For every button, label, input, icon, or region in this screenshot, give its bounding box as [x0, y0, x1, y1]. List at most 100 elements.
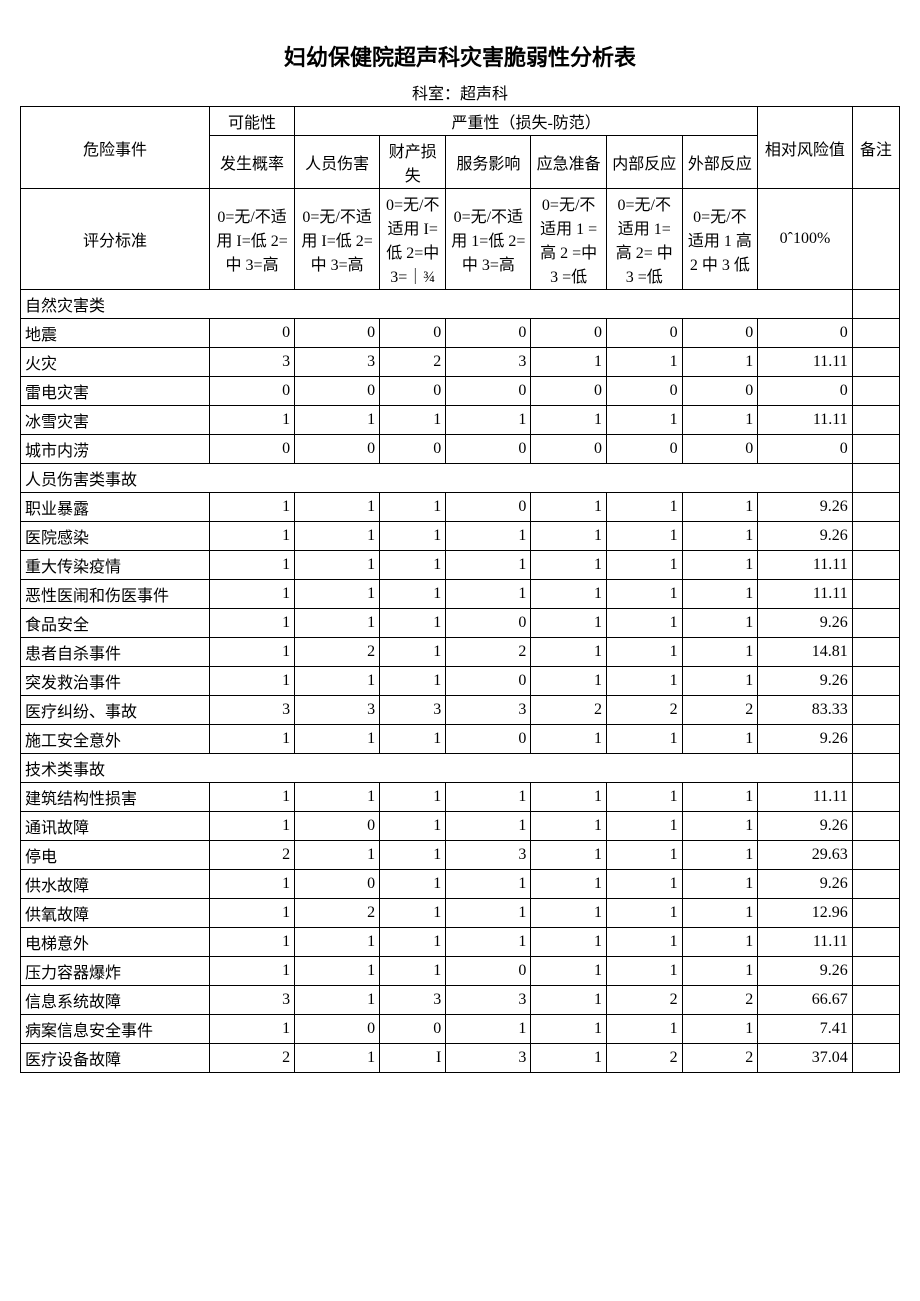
- cell-remark: [852, 522, 899, 551]
- cell-value: 0: [446, 377, 531, 406]
- cell-value: 1: [210, 638, 295, 667]
- cell-value: 1: [531, 957, 607, 986]
- row-name: 供氧故障: [21, 899, 210, 928]
- criteria-emergency: 0=无/不适用 1 =高 2 =中 3 =低: [531, 189, 607, 290]
- cell-value: 1: [682, 667, 758, 696]
- cell-value: 3: [446, 841, 531, 870]
- cell-value: 1: [210, 609, 295, 638]
- cell-value: 1: [380, 783, 446, 812]
- cell-value: 0: [446, 667, 531, 696]
- cell-value: 1: [531, 870, 607, 899]
- cell-value: 1: [380, 406, 446, 435]
- cell-value: 3: [210, 348, 295, 377]
- row-name: 地震: [21, 319, 210, 348]
- col-injury: 人员伤害: [295, 136, 380, 189]
- cell-value: 1: [380, 551, 446, 580]
- cell-value: 1: [295, 1044, 380, 1073]
- cell-value: 1: [446, 522, 531, 551]
- cell-value: 1: [606, 348, 682, 377]
- cell-value: 2: [682, 986, 758, 1015]
- cell-value: 11.11: [758, 580, 853, 609]
- col-property: 财产损失: [380, 136, 446, 189]
- cell-value: 0: [758, 319, 853, 348]
- cell-value: 37.04: [758, 1044, 853, 1073]
- cell-value: 1: [682, 638, 758, 667]
- cell-value: 1: [295, 580, 380, 609]
- criteria-injury: 0=无/不适用 I=低 2=中 3=高: [295, 189, 380, 290]
- cell-remark: [852, 812, 899, 841]
- cell-value: 1: [606, 493, 682, 522]
- cell-value: 1: [606, 580, 682, 609]
- row-name: 职业暴露: [21, 493, 210, 522]
- cell-value: 1: [606, 551, 682, 580]
- cell-value: 1: [295, 493, 380, 522]
- cell-value: 1: [531, 609, 607, 638]
- analysis-table: 危险事件 可能性 严重性（损失-防范） 相对风险值 备注 发生概率 人员伤害 财…: [20, 106, 900, 1073]
- cell-remark: [852, 377, 899, 406]
- cell-value: 1: [682, 812, 758, 841]
- col-internal: 内部反应: [606, 136, 682, 189]
- cell-value: 2: [606, 986, 682, 1015]
- cell-remark: [852, 783, 899, 812]
- cell-value: 9.26: [758, 493, 853, 522]
- cell-value: 1: [531, 841, 607, 870]
- cell-value: 1: [606, 638, 682, 667]
- cell-value: 0: [210, 377, 295, 406]
- cell-value: 9.26: [758, 870, 853, 899]
- row-name: 恶性医闹和伤医事件: [21, 580, 210, 609]
- cell-value: 1: [531, 348, 607, 377]
- cell-value: 1: [682, 1015, 758, 1044]
- cell-value: 1: [380, 725, 446, 754]
- cell-value: 1: [210, 551, 295, 580]
- cell-value: 1: [531, 899, 607, 928]
- cell-value: 0: [531, 377, 607, 406]
- cell-value: 0: [446, 435, 531, 464]
- criteria-property: 0=无/不适用 I=低 2=中 3=｜¾: [380, 189, 446, 290]
- cell-value: 1: [531, 928, 607, 957]
- cell-value: 0: [380, 319, 446, 348]
- cell-value: 1: [682, 551, 758, 580]
- cell-value: 0: [210, 435, 295, 464]
- cell-remark: [852, 348, 899, 377]
- criteria-risk-value: 0ˆ100%: [758, 189, 853, 290]
- cell-value: 2: [531, 696, 607, 725]
- cell-value: 0: [606, 319, 682, 348]
- cell-value: 3: [210, 696, 295, 725]
- cell-value: 1: [380, 870, 446, 899]
- cell-value: 66.67: [758, 986, 853, 1015]
- cell-value: 1: [446, 870, 531, 899]
- row-name: 火灾: [21, 348, 210, 377]
- cell-value: 1: [446, 551, 531, 580]
- cell-value: 1: [682, 348, 758, 377]
- cell-value: 1: [446, 406, 531, 435]
- cell-value: 3: [446, 696, 531, 725]
- cell-value: 1: [380, 928, 446, 957]
- row-name: 医疗设备故障: [21, 1044, 210, 1073]
- cell-remark: [852, 928, 899, 957]
- cell-remark: [852, 725, 899, 754]
- cell-value: 1: [210, 870, 295, 899]
- cell-remark: [852, 841, 899, 870]
- cell-value: 29.63: [758, 841, 853, 870]
- cell-value: 2: [210, 1044, 295, 1073]
- cell-value: 1: [531, 667, 607, 696]
- cell-value: 1: [210, 580, 295, 609]
- cell-value: 7.41: [758, 1015, 853, 1044]
- section-header: 人员伤害类事故: [21, 464, 853, 493]
- cell-value: 14.81: [758, 638, 853, 667]
- cell-value: 0: [531, 435, 607, 464]
- cell-value: 1: [682, 870, 758, 899]
- cell-value: 1: [606, 667, 682, 696]
- row-name: 突发救治事件: [21, 667, 210, 696]
- cell-value: 83.33: [758, 696, 853, 725]
- cell-value: 3: [446, 348, 531, 377]
- section-remark: [852, 754, 899, 783]
- cell-value: 1: [682, 783, 758, 812]
- cell-value: 1: [380, 812, 446, 841]
- cell-value: 2: [606, 1044, 682, 1073]
- cell-value: 1: [446, 812, 531, 841]
- cell-value: 1: [295, 522, 380, 551]
- row-name: 医疗纠纷、事故: [21, 696, 210, 725]
- cell-value: 1: [295, 841, 380, 870]
- cell-remark: [852, 406, 899, 435]
